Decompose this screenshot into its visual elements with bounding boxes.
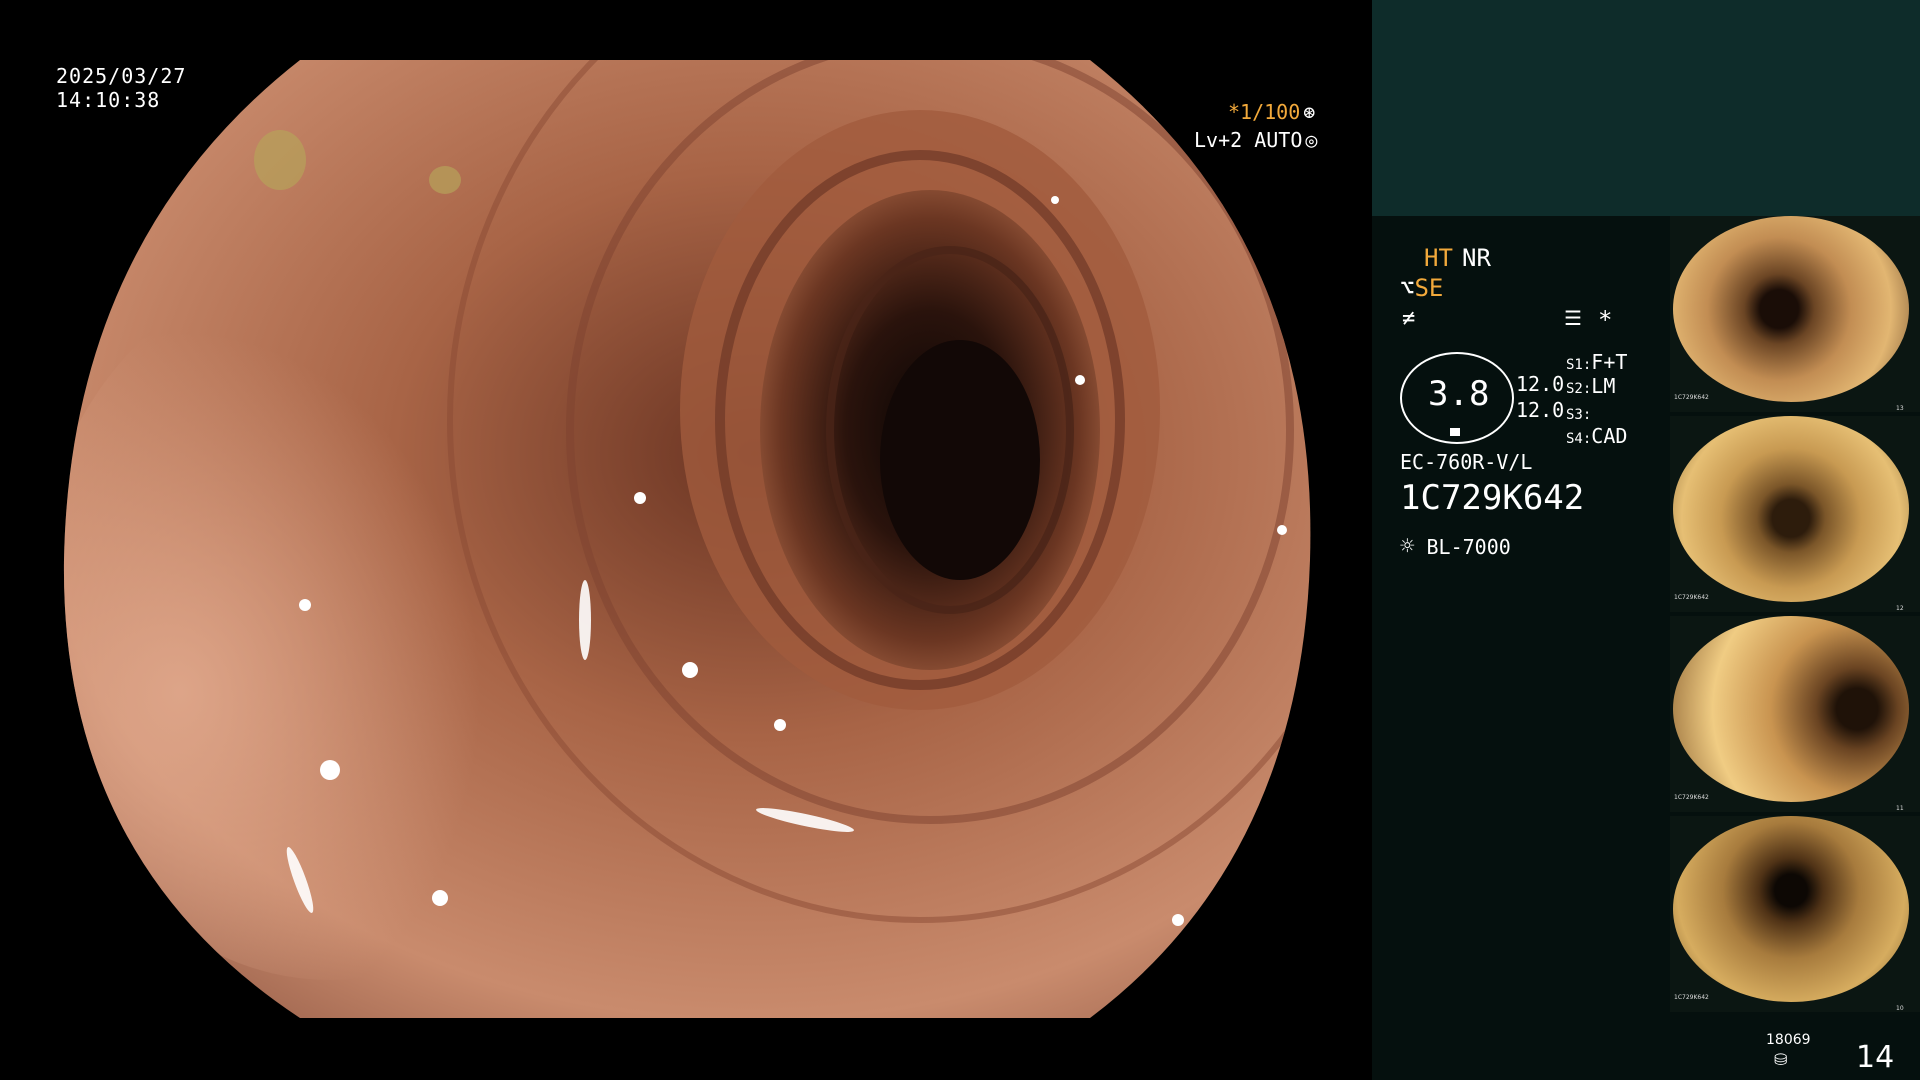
s2-row: S2:LM — [1566, 374, 1616, 398]
se-label: SE — [1414, 274, 1444, 302]
iris-icon: ◎ — [1305, 128, 1318, 152]
thumbnail-1[interactable]: 1C729K642 13 — [1670, 216, 1920, 412]
thumbnail-2[interactable]: 1C729K642 12 — [1670, 416, 1920, 612]
thumbnail-image — [1673, 416, 1909, 602]
thumbnail-number: 10 — [1896, 1005, 1904, 1012]
not-equal-icon: ≠ — [1402, 306, 1416, 331]
shutter-speed: *1/100 ⊛ — [1228, 100, 1315, 124]
scope-tip-icon: ⌥ — [1400, 274, 1415, 302]
exam-time: 14:10:38 — [56, 88, 161, 112]
gauge-marker — [1450, 428, 1460, 436]
gauge-value: 3.8 — [1428, 374, 1490, 414]
s4-row: S4:CAD — [1566, 424, 1628, 448]
star-indicator: * — [1598, 306, 1613, 334]
thumbnail-image — [1673, 816, 1909, 1002]
nr-label: NR — [1462, 244, 1491, 272]
settings-list-icon: ☰ — [1564, 306, 1582, 330]
brightness-level: Lv+2 AUTO ◎ — [1194, 128, 1317, 152]
thumbnail-image — [1673, 616, 1909, 802]
lamp-icon: ☼ — [1400, 532, 1415, 560]
gauge-sub-1: 12.0 — [1516, 372, 1565, 396]
s1-row: S1:F+T — [1566, 350, 1628, 374]
image-count: 18069 — [1766, 1032, 1811, 1048]
gauge-sub-2: 12.0 — [1516, 398, 1565, 422]
aperture-icon: ⊛ — [1303, 100, 1316, 124]
storage-icon: ⛁ — [1774, 1050, 1788, 1069]
scope-model: EC-760R-V/L — [1400, 450, 1533, 474]
exam-date: 2025/03/27 — [56, 64, 187, 88]
ht-label: HT — [1424, 244, 1453, 272]
light-source-value: BL-7000 — [1426, 535, 1511, 559]
brightness-level-value: Lv+2 AUTO — [1194, 128, 1303, 152]
thumbnail-image — [1673, 216, 1909, 402]
light-source: ☼ BL-7000 — [1400, 532, 1511, 560]
thumbnail-number: 12 — [1896, 605, 1904, 612]
page-number: 14 — [1856, 1040, 1895, 1075]
endoscope-view: 2025/03/27 14:10:38 *1/100 ⊛ Lv+2 AUTO ◎ — [0, 0, 1372, 1080]
s3-row: S3: — [1566, 407, 1592, 423]
thumbnail-number: 11 — [1896, 805, 1904, 812]
endoscope-image — [63, 60, 1311, 1018]
shutter-speed-value: *1/100 — [1228, 100, 1301, 124]
panel-header — [1372, 0, 1920, 216]
thumbnail-caption: 1C729K642 — [1674, 394, 1709, 401]
thumbnail-caption: 1C729K642 — [1674, 594, 1709, 601]
thumbnail-caption: 1C729K642 — [1674, 994, 1709, 1001]
thumbnail-3[interactable]: 1C729K642 11 — [1670, 616, 1920, 812]
thumbnail-number: 13 — [1896, 405, 1904, 412]
thumbnail-4[interactable]: 1C729K642 10 — [1670, 816, 1920, 1012]
thumbnail-caption: 1C729K642 — [1674, 794, 1709, 801]
se-row: ⌥SE — [1400, 274, 1443, 302]
scope-serial: 1C729K642 — [1400, 478, 1585, 518]
